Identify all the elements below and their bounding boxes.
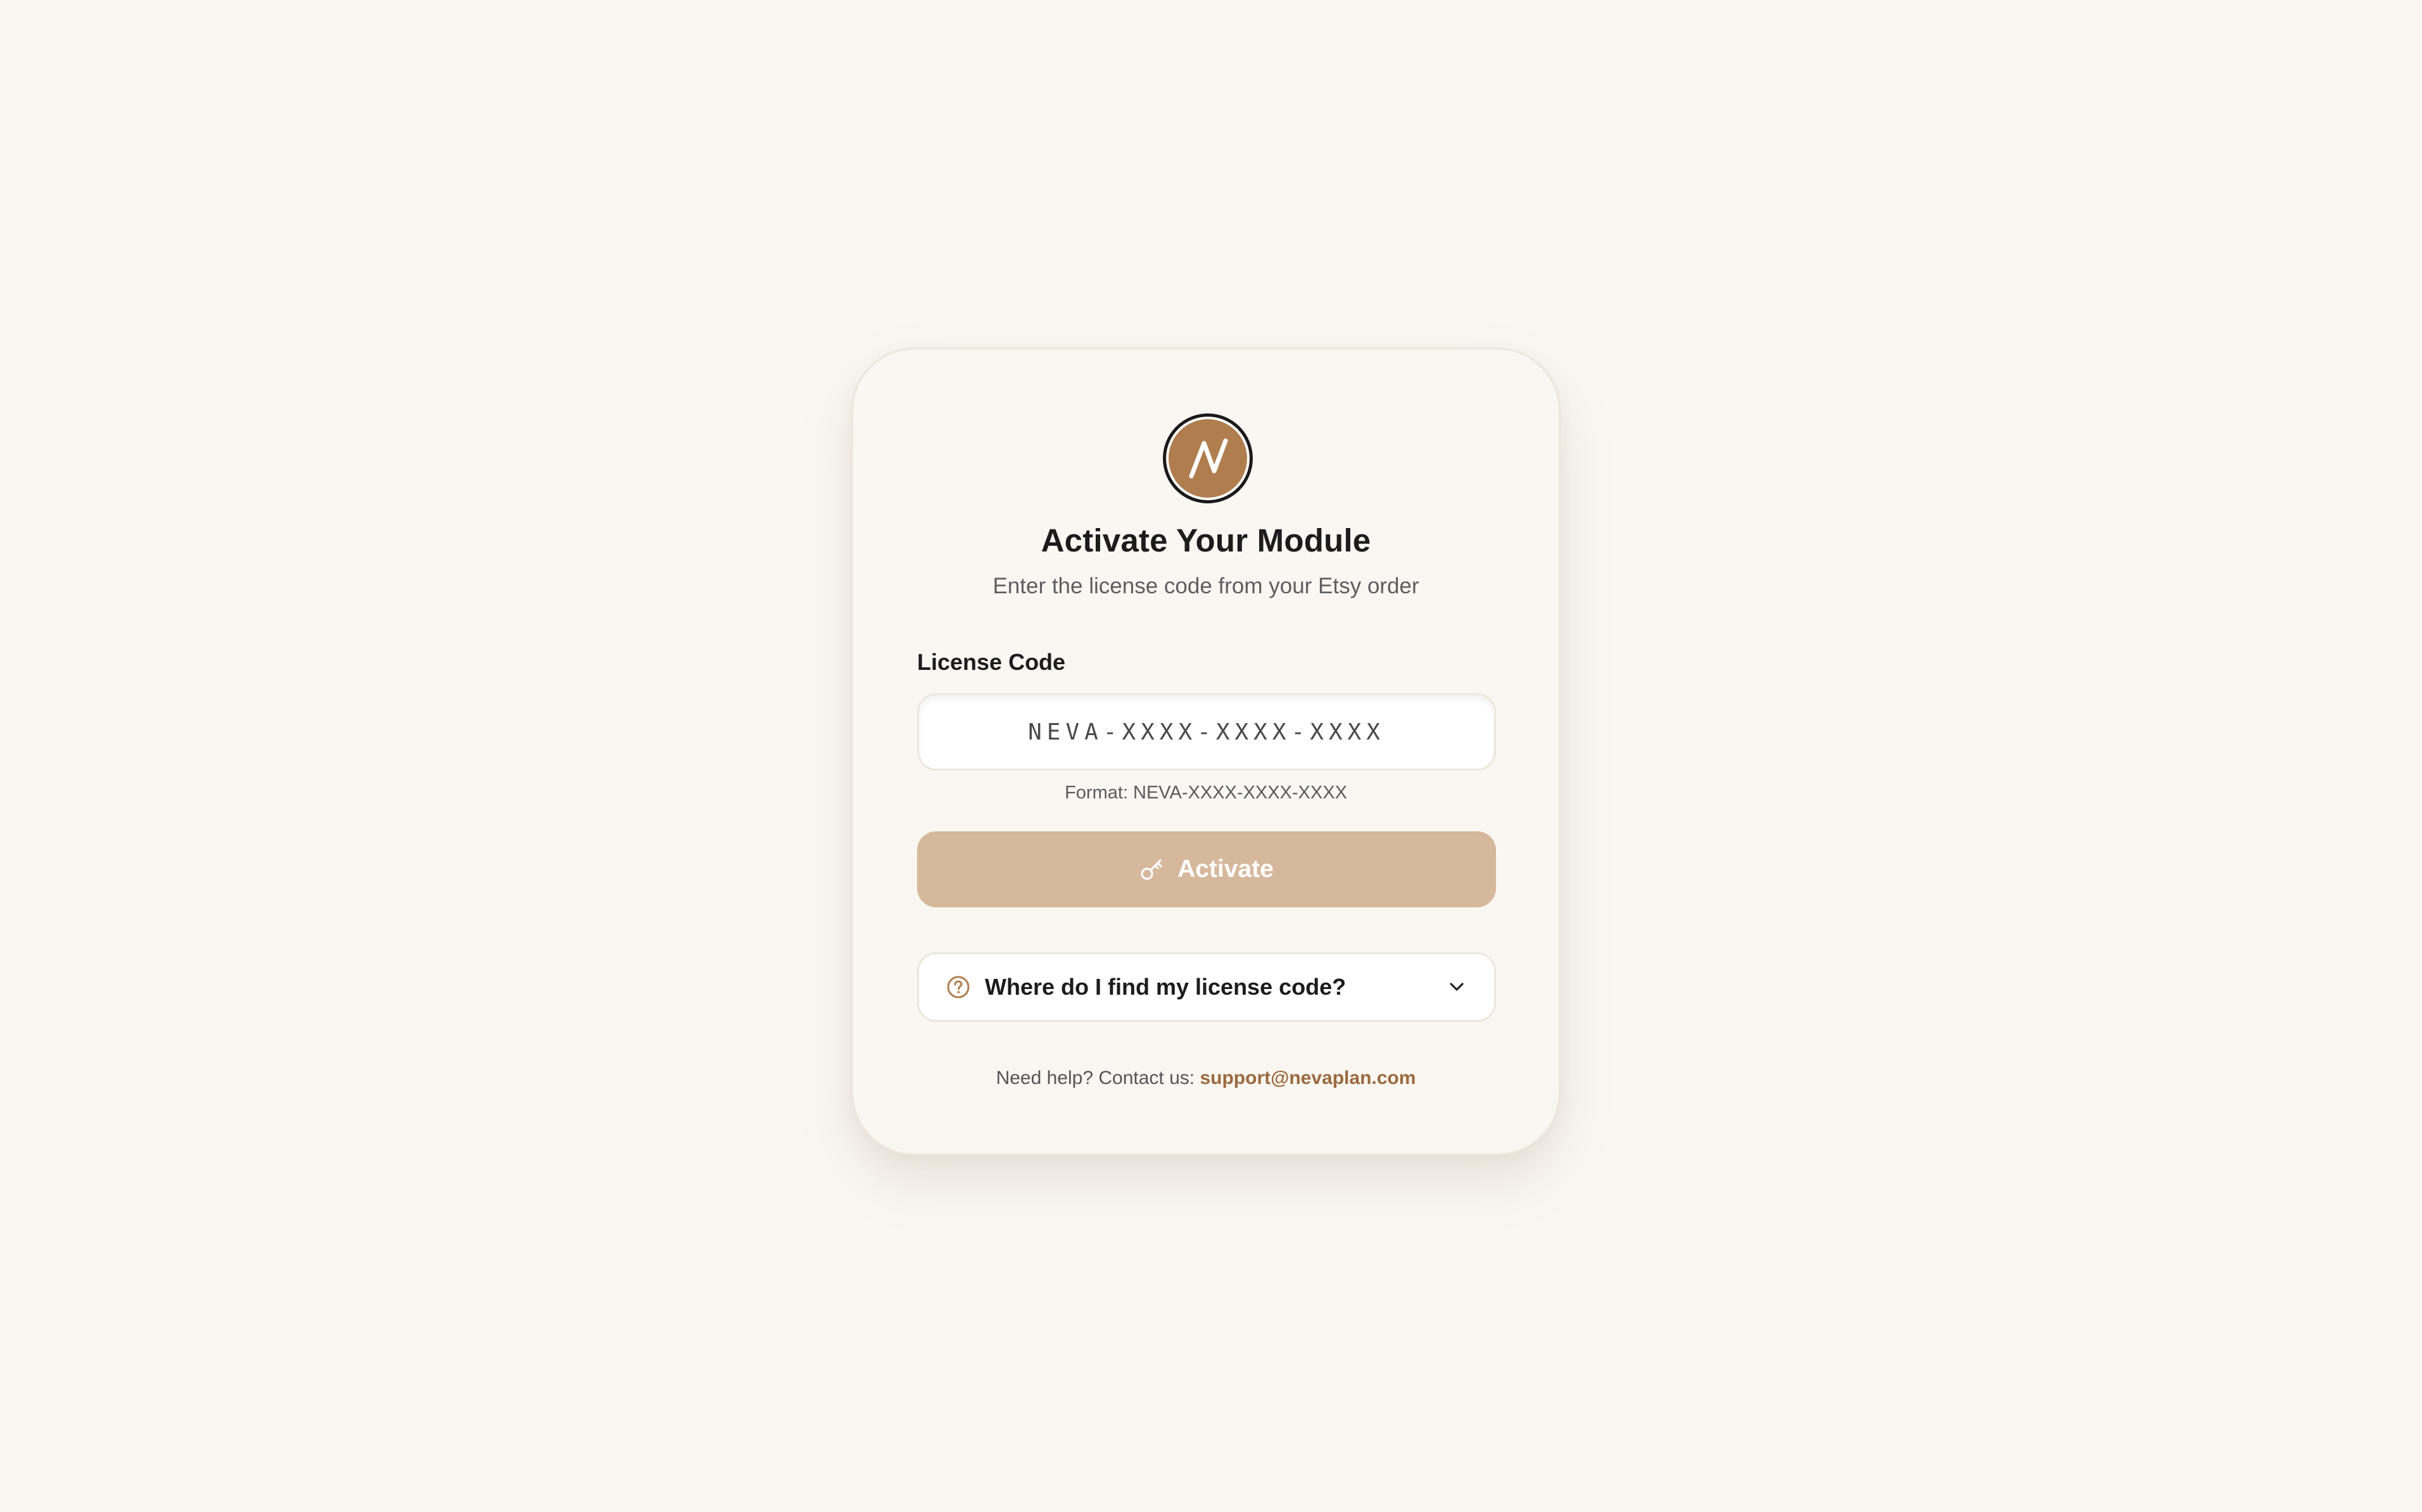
- support-email-link[interactable]: support@nevaplan.com: [1200, 1068, 1416, 1088]
- license-code-input[interactable]: [917, 693, 1496, 771]
- faq-question: Where do I find my license code?: [985, 974, 1347, 1000]
- help-text: Need help? Contact us:: [996, 1068, 1195, 1088]
- page-title: Activate Your Module: [1041, 522, 1371, 558]
- page-subtitle: Enter the license code from your Etsy or…: [992, 574, 1419, 598]
- brand-n-logo-glyph: [1189, 438, 1228, 479]
- license-help-accordion[interactable]: Where do I find my license code?: [917, 952, 1496, 1022]
- format-hint: Format: NEVA-XXXX-XXXX-XXXX: [1065, 783, 1347, 803]
- license-code-label: License Code: [917, 649, 1066, 675]
- activation-card: Activate Your Module Enter the license c…: [851, 348, 1561, 1156]
- brand-logo-icon: [1163, 413, 1253, 503]
- help-footer: Need help? Contact us: support@nevaplan.…: [853, 1068, 1559, 1089]
- chevron-down-icon: [1446, 976, 1468, 998]
- question-circle-icon: [946, 974, 971, 1000]
- page: Activate Your Module Enter the license c…: [0, 0, 2422, 1512]
- activate-button-label: Activate: [1177, 855, 1274, 883]
- key-icon: [1139, 857, 1165, 882]
- activate-button[interactable]: Activate: [917, 831, 1496, 907]
